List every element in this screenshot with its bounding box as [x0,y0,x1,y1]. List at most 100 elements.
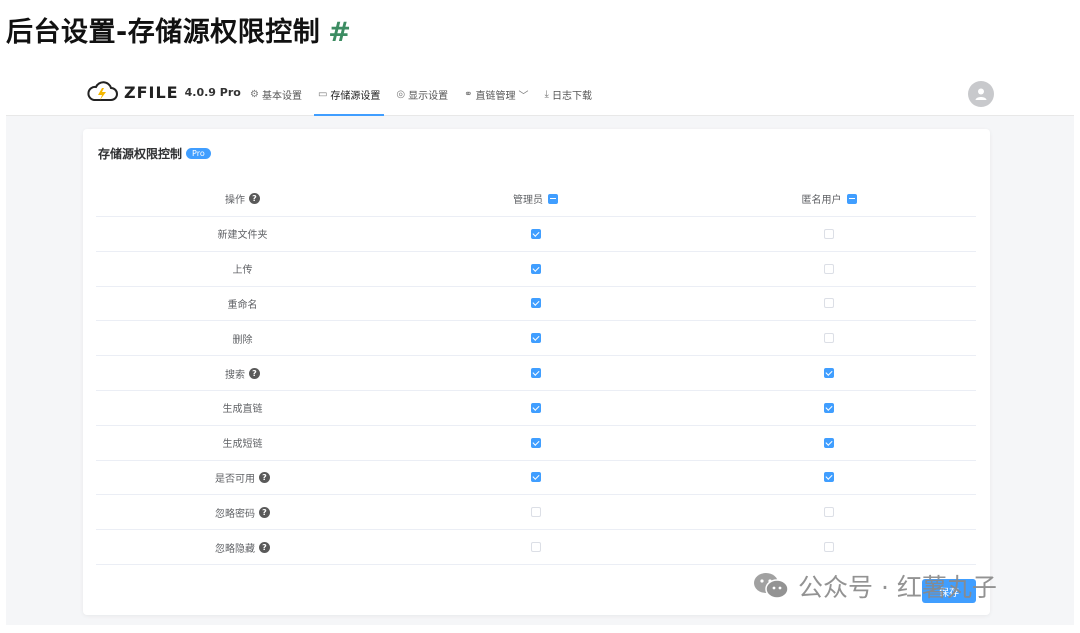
anonymous-cell [682,495,976,529]
admin-checkbox[interactable] [530,228,541,239]
operation-label: 是否可用 [215,473,255,485]
help-icon[interactable]: ? [249,193,260,204]
table-row: 生成直链 [96,391,976,426]
top-navbar: ZFILE 4.0.9 Pro ⚙ 基本设置 ▭ 存储源设置 ◎ 显示设置 ⚭ … [6,73,1074,116]
admin-cell [389,321,682,355]
admin-cell [389,461,682,495]
table-row: 生成短链 [96,426,976,461]
help-icon[interactable]: ? [259,471,270,483]
admin-checkbox[interactable] [530,402,541,413]
operation-cell: 上传 [96,252,389,286]
anonymous-select-all-checkbox[interactable] [846,193,857,204]
anonymous-cell [682,461,976,495]
admin-select-all-checkbox[interactable] [548,193,558,204]
operation-cell: 是否可用? [96,461,389,495]
table-row: 重命名 [96,287,976,322]
watermark-text: 公众号 · 红薯丸子 [798,573,997,602]
nav-label: 日志下载 [551,91,592,102]
admin-cell [389,530,682,564]
wechat-watermark: 公众号 · 红薯丸子 [752,568,997,604]
anonymous-cell [682,321,976,355]
operation-cell: 生成直链 [96,391,389,425]
anonymous-checkbox[interactable] [824,333,834,344]
operation-label: 搜索 [225,369,245,381]
link-icon: ⚭ [464,89,473,100]
operation-label: 生成直链 [222,404,263,416]
anonymous-checkbox[interactable] [824,437,834,448]
help-icon[interactable]: ? [249,367,260,379]
nav-label: 基本设置 [261,91,302,102]
anonymous-cell [682,356,976,390]
folder-icon: ▭ [317,89,328,100]
nav-label: 存储源设置 [330,91,381,102]
header-operation-label: 操作 [225,195,245,206]
document-title-text: 后台设置-存储源权限控制 [6,17,321,48]
anonymous-checkbox[interactable] [824,542,834,553]
gear-icon: ⚙ [250,89,259,100]
admin-checkbox[interactable] [530,437,541,448]
anonymous-checkbox[interactable] [824,402,834,413]
anonymous-checkbox[interactable] [824,228,834,239]
header-admin-label: 管理员 [513,195,543,206]
table-row: 删除 [96,321,976,357]
operation-cell: 重命名 [96,287,389,321]
table-header-row: 操作 ? 管理员 匿名用户 [96,181,976,217]
user-icon [975,88,987,100]
nav-label: 直链管理 [475,91,516,102]
user-avatar[interactable] [968,81,994,107]
main-menu: ⚙ 基本设置 ▭ 存储源设置 ◎ 显示设置 ⚭ 直链管理 ﹀ ⤓ 日志下载 [242,73,600,116]
anonymous-cell [682,252,976,286]
admin-checkbox[interactable] [530,298,541,309]
anonymous-checkbox[interactable] [824,472,834,483]
nav-log-download[interactable]: ⤓ 日志下载 [537,73,600,116]
admin-checkbox[interactable] [530,368,541,379]
admin-cell [389,287,682,321]
permission-table: 操作 ? 管理员 匿名用户 新建文件夹 上传 重命名 删除 搜索 ? 生成直链 … [96,181,976,565]
hash-mark: # [328,17,352,48]
eye-icon: ◎ [396,89,406,100]
table-row: 是否可用? [96,461,976,496]
nav-basic-settings[interactable]: ⚙ 基本设置 [242,73,310,116]
anonymous-checkbox[interactable] [824,298,834,309]
admin-cell [389,217,682,251]
operation-label: 删除 [232,334,253,346]
logo[interactable]: ZFILE 4.0.9 Pro [86,81,241,103]
operation-cell: 新建文件夹 [96,217,389,251]
table-row: 新建文件夹 [96,217,976,252]
admin-checkbox[interactable] [530,472,541,483]
operation-label: 新建文件夹 [217,230,268,242]
document-title: 后台设置-存储源权限控制 # [6,10,351,49]
nav-direct-link-management[interactable]: ⚭ 直链管理 ﹀ [456,73,536,116]
table-row: 忽略密码? [96,495,976,531]
nav-storage-settings[interactable]: ▭ 存储源设置 [310,73,388,116]
chevron-down-icon: ﹀ [518,91,529,102]
help-icon[interactable]: ? [259,506,270,518]
admin-cell [389,252,682,286]
table-row: 搜索? [96,356,976,391]
header-anonymous-label: 匿名用户 [801,195,842,206]
anonymous-cell [682,287,976,321]
anonymous-checkbox[interactable] [824,368,834,379]
nav-label: 显示设置 [408,91,449,102]
anonymous-cell [682,530,976,564]
admin-checkbox[interactable] [530,542,541,553]
app-window: ZFILE 4.0.9 Pro ⚙ 基本设置 ▭ 存储源设置 ◎ 显示设置 ⚭ … [6,73,1074,625]
operation-label: 生成短链 [222,439,263,451]
admin-cell [389,391,682,425]
wechat-icon [754,573,789,599]
table-row: 上传 [96,252,976,287]
anonymous-checkbox[interactable] [824,507,834,518]
permission-card: 存储源权限控制 Pro 操作 ? 管理员 匿名用户 新建文件夹 上传 重命名 删… [83,129,990,615]
app-version: 4.0.9 Pro [184,85,241,99]
anonymous-checkbox[interactable] [824,263,834,274]
operation-cell: 忽略隐藏? [96,530,389,564]
download-icon: ⤓ [544,89,549,100]
help-icon[interactable]: ? [259,541,270,553]
admin-checkbox[interactable] [530,333,541,344]
operation-cell: 生成短链 [96,426,389,460]
operation-cell: 删除 [96,321,389,355]
admin-checkbox[interactable] [530,263,541,274]
admin-checkbox[interactable] [530,507,541,518]
card-title-text: 存储源权限控制 [98,147,183,161]
nav-display-settings[interactable]: ◎ 显示设置 [388,73,456,116]
